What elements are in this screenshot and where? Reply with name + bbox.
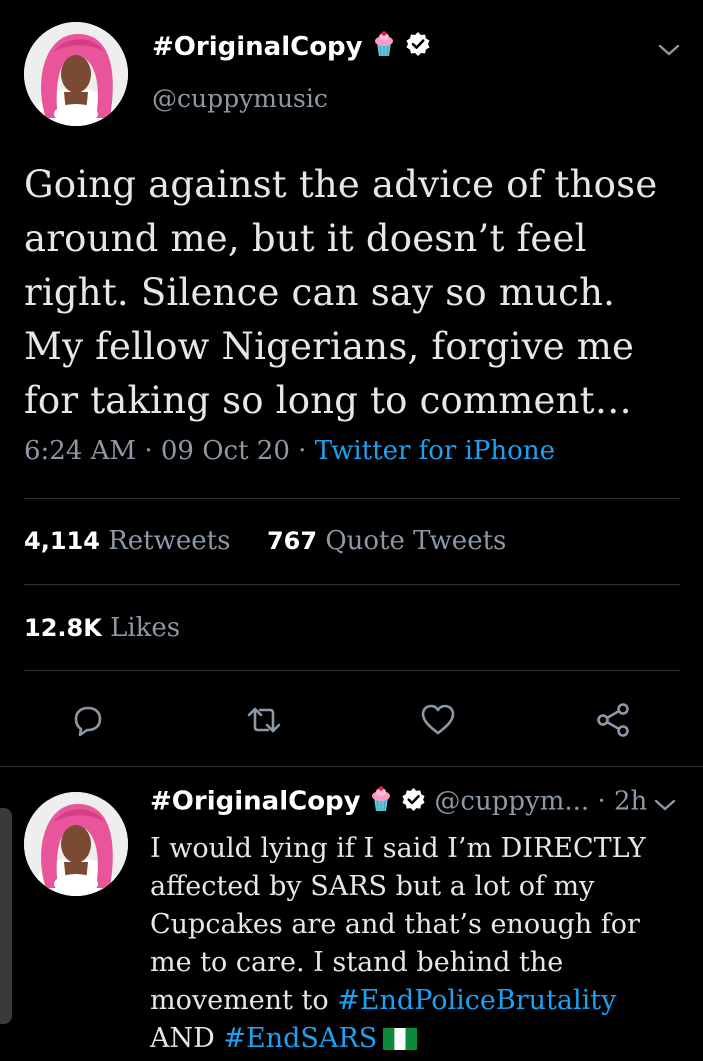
tweet-meta: 6:24 AM · 09 Oct 20 · Twitter for iPhone bbox=[24, 436, 555, 466]
tweet-date: 09 Oct 20 bbox=[160, 436, 290, 466]
tweet-time: 6:24 AM bbox=[24, 436, 137, 466]
tweet-separator bbox=[0, 766, 703, 767]
reply-button[interactable] bbox=[68, 700, 108, 740]
tweet-source-link[interactable]: Twitter for iPhone bbox=[315, 436, 555, 466]
display-name[interactable]: #OriginalCopy bbox=[152, 31, 431, 64]
reply-text-and: AND bbox=[150, 1023, 224, 1054]
tweet-text: Going against the advice of those around… bbox=[24, 163, 658, 422]
main-tweet: #OriginalCopy @cuppymusic Going against … bbox=[0, 0, 703, 766]
quote-tweets-label: Quote Tweets bbox=[325, 526, 507, 556]
divider bbox=[24, 584, 680, 585]
hashtag-link[interactable]: #EndSARS bbox=[223, 1023, 377, 1054]
avatar-image bbox=[24, 792, 128, 896]
retweets-label: Retweets bbox=[108, 526, 231, 556]
share-icon bbox=[597, 703, 629, 737]
verified-badge-icon bbox=[405, 31, 431, 64]
heart-icon bbox=[421, 704, 455, 735]
engagement-stats: 4,114 Retweets 767 Quote Tweets bbox=[24, 526, 506, 556]
verified-badge-icon bbox=[401, 787, 426, 819]
nigeria-flag-icon bbox=[383, 1023, 418, 1050]
cupcake-emoji-icon bbox=[369, 786, 393, 819]
meta-dot: · bbox=[144, 436, 153, 466]
retweet-icon bbox=[247, 707, 281, 733]
like-button[interactable] bbox=[418, 700, 458, 740]
avatar[interactable] bbox=[24, 792, 128, 896]
display-name[interactable]: #OriginalCopy bbox=[150, 787, 361, 817]
retweets-stat[interactable]: 4,114 Retweets bbox=[24, 526, 239, 556]
chevron-down-icon[interactable] bbox=[652, 795, 678, 815]
avatar-image bbox=[24, 22, 128, 126]
meta-dot: · bbox=[597, 786, 606, 817]
chevron-down-icon[interactable] bbox=[656, 40, 682, 60]
quote-tweets-count: 767 bbox=[266, 527, 318, 555]
display-name-text: #OriginalCopy bbox=[152, 32, 363, 62]
handle[interactable]: @cuppymusic bbox=[152, 84, 328, 113]
divider bbox=[24, 498, 680, 499]
quote-tweets-stat[interactable]: 767 Quote Tweets bbox=[267, 526, 506, 556]
reply-handle[interactable]: @cuppym... bbox=[434, 787, 589, 817]
cupcake-emoji-icon bbox=[372, 31, 396, 64]
share-button[interactable] bbox=[594, 700, 634, 740]
reply-icon bbox=[74, 706, 102, 737]
retweets-count: 4,114 bbox=[24, 527, 100, 555]
hashtag-link[interactable]: #EndPoliceBrutality bbox=[337, 985, 616, 1016]
likes-label: Likes bbox=[110, 613, 181, 643]
reply-age: 2h bbox=[613, 786, 648, 817]
likes-count: 12.8K bbox=[24, 614, 102, 642]
divider bbox=[24, 670, 680, 671]
reply-header: #OriginalCopy @cuppym... · 2h bbox=[150, 786, 647, 819]
likes-stat[interactable]: 12.8K Likes bbox=[24, 613, 180, 643]
retweet-button[interactable] bbox=[244, 700, 284, 740]
scroll-indicator[interactable] bbox=[0, 808, 12, 1024]
meta-dot: · bbox=[298, 436, 307, 466]
avatar[interactable] bbox=[24, 22, 128, 126]
